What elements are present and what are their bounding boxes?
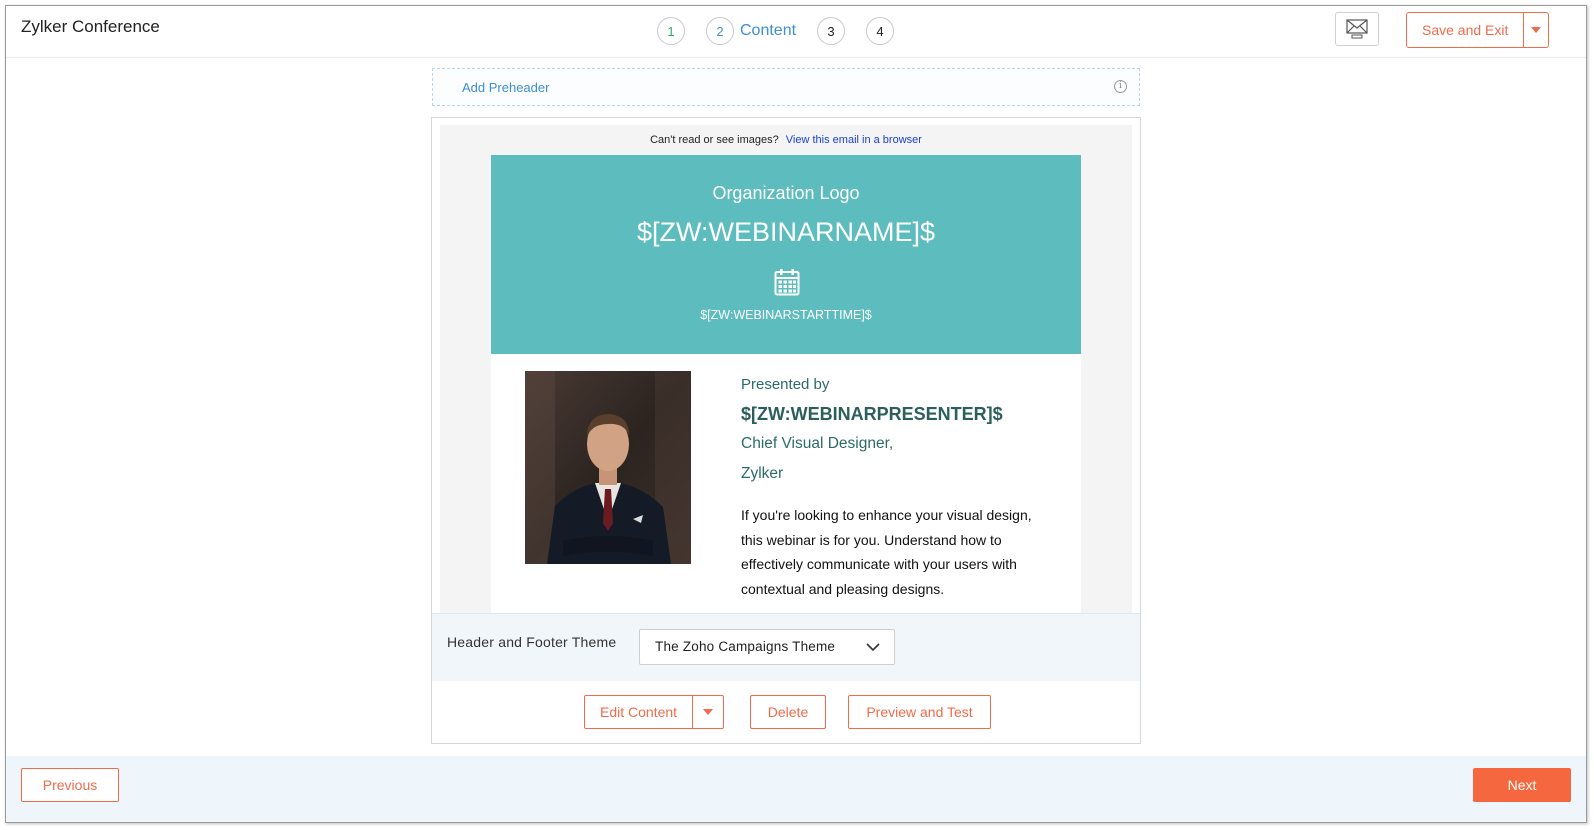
step-2[interactable]: 2 Content — [706, 17, 796, 45]
presenter-name: $[ZW:WEBINARPRESENTER]$ — [741, 404, 1003, 424]
theme-select-value: The Zoho Campaigns Theme — [655, 639, 836, 654]
bottom-bar: Previous Next — [6, 756, 1586, 822]
webinar-start-time: $[ZW:WEBINARSTARTTIME]$ — [700, 308, 872, 322]
chevron-down-icon — [703, 709, 714, 715]
email-hero: Organization Logo $[ZW:WEBINARNAME]$ $[Z… — [491, 155, 1081, 354]
presenter-title: Chief Visual Designer, — [741, 435, 894, 452]
step-4[interactable]: 4 — [866, 17, 895, 45]
step-1-circle[interactable]: 1 — [657, 17, 685, 45]
theme-select[interactable]: The Zoho Campaigns Theme — [639, 629, 895, 665]
chevron-down-icon — [1531, 27, 1542, 33]
view-in-browser-link[interactable]: View this email in a browser — [786, 134, 922, 146]
presenter-section: Presented by $[ZW:WEBINARPRESENTER]$ Chi… — [491, 354, 1081, 613]
step-4-circle[interactable]: 4 — [866, 17, 895, 45]
app-window: Zylker Conference 1 2 Content 3 4 Save a… — [5, 5, 1587, 823]
step-2-circle[interactable]: 2 — [706, 17, 734, 45]
app-title: Zylker Conference — [21, 17, 160, 36]
step-3[interactable]: 3 — [817, 17, 846, 45]
preheader-bar[interactable]: Add Preheader i — [432, 68, 1140, 106]
top-bar: Zylker Conference 1 2 Content 3 4 Save a… — [6, 6, 1586, 58]
add-preheader-link[interactable]: Add Preheader — [462, 80, 549, 95]
view-browser-prefix: Can't read or see images? — [650, 134, 779, 146]
theme-label: Header and Footer Theme — [447, 634, 617, 650]
chevron-down-icon — [866, 643, 880, 652]
presenter-org: Zylker — [741, 465, 784, 482]
theme-bar: Header and Footer Theme The Zoho Campaig… — [432, 613, 1140, 681]
preview-and-test-button[interactable]: Preview and Test — [848, 695, 991, 729]
delete-button[interactable]: Delete — [750, 695, 826, 729]
webinar-name: $[ZW:WEBINARNAME]$ — [636, 217, 936, 247]
presenter-photo — [525, 371, 691, 564]
email-content-card: Can't read or see images? View this emai… — [431, 117, 1141, 744]
view-in-browser-bar: Can't read or see images? View this emai… — [440, 125, 1132, 155]
step-3-circle[interactable]: 3 — [817, 17, 846, 45]
previous-button[interactable]: Previous — [21, 768, 119, 802]
webinar-description: If you're looking to enhance your visual… — [741, 507, 1032, 597]
step-2-label[interactable]: Content — [740, 22, 796, 40]
email-preview-icon — [1346, 19, 1368, 39]
presented-by-label: Presented by — [741, 376, 830, 393]
content-actions: Edit Content Delete Preview and Test — [432, 695, 1140, 731]
edit-content-button[interactable]: Edit Content — [585, 696, 694, 728]
save-and-exit-button[interactable]: Save and Exit — [1407, 13, 1525, 47]
edit-content-dropdown[interactable] — [693, 696, 723, 728]
save-and-exit-group: Save and Exit — [1406, 12, 1550, 48]
next-button[interactable]: Next — [1473, 768, 1571, 802]
info-icon[interactable]: i — [1114, 80, 1127, 93]
step-1[interactable]: 1 — [657, 17, 685, 45]
organization-logo: Organization Logo — [712, 183, 860, 203]
step-indicator: 1 2 Content 3 4 — [657, 16, 915, 46]
calendar-icon — [774, 269, 800, 296]
edit-content-group: Edit Content — [584, 695, 725, 729]
email-preview-button[interactable] — [1335, 12, 1379, 46]
email-preview: Can't read or see images? View this emai… — [440, 125, 1132, 613]
save-options-dropdown[interactable] — [1524, 13, 1548, 47]
